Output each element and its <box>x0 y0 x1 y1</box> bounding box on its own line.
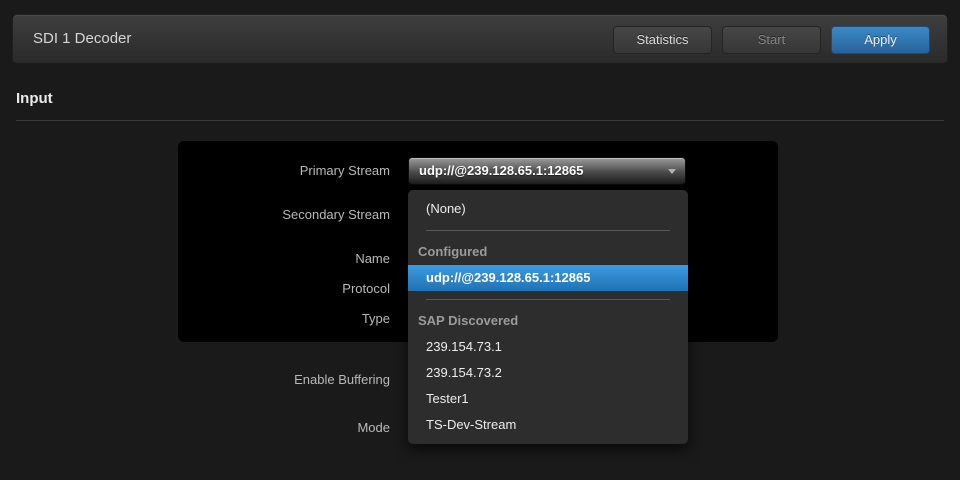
dropdown-option-sap-stream[interactable]: TS-Dev-Stream <box>408 412 688 438</box>
primary-stream-dropdown-menu: (None) Configured udp://@239.128.65.1:12… <box>408 190 688 444</box>
mode-label: Mode <box>140 420 390 436</box>
statistics-button[interactable]: Statistics <box>613 26 712 54</box>
type-label: Type <box>140 311 390 327</box>
caret-down-icon <box>668 169 676 174</box>
secondary-stream-label: Secondary Stream <box>140 207 390 223</box>
start-button[interactable]: Start <box>722 26 821 54</box>
name-label: Name <box>140 251 390 267</box>
dropdown-option-sap-stream[interactable]: 239.154.73.1 <box>408 334 688 360</box>
enable-buffering-label: Enable Buffering <box>140 372 390 388</box>
dropdown-option-configured-stream[interactable]: udp://@239.128.65.1:12865 <box>408 265 688 291</box>
dropdown-divider <box>426 299 670 300</box>
dropdown-group-header-configured: Configured <box>408 239 688 265</box>
section-title-input: Input <box>16 90 53 107</box>
protocol-label: Protocol <box>140 281 390 297</box>
primary-stream-selected-value: udp://@239.128.65.1:12865 <box>419 158 661 184</box>
dropdown-option-sap-stream[interactable]: Tester1 <box>408 386 688 412</box>
decoder-page: SDI 1 Decoder Statistics Start Apply Inp… <box>0 0 960 480</box>
primary-stream-label: Primary Stream <box>140 163 390 179</box>
titlebar: SDI 1 Decoder Statistics Start Apply <box>12 14 948 64</box>
dropdown-option-none[interactable]: (None) <box>408 196 688 222</box>
dropdown-group-header-sap-discovered: SAP Discovered <box>408 308 688 334</box>
apply-button[interactable]: Apply <box>831 26 930 54</box>
page-title: SDI 1 Decoder <box>33 15 131 63</box>
dropdown-divider <box>426 230 670 231</box>
titlebar-actions: Statistics Start Apply <box>613 26 930 54</box>
section-divider <box>16 120 944 121</box>
primary-stream-select[interactable]: udp://@239.128.65.1:12865 <box>408 157 686 185</box>
dropdown-option-sap-stream[interactable]: 239.154.73.2 <box>408 360 688 386</box>
